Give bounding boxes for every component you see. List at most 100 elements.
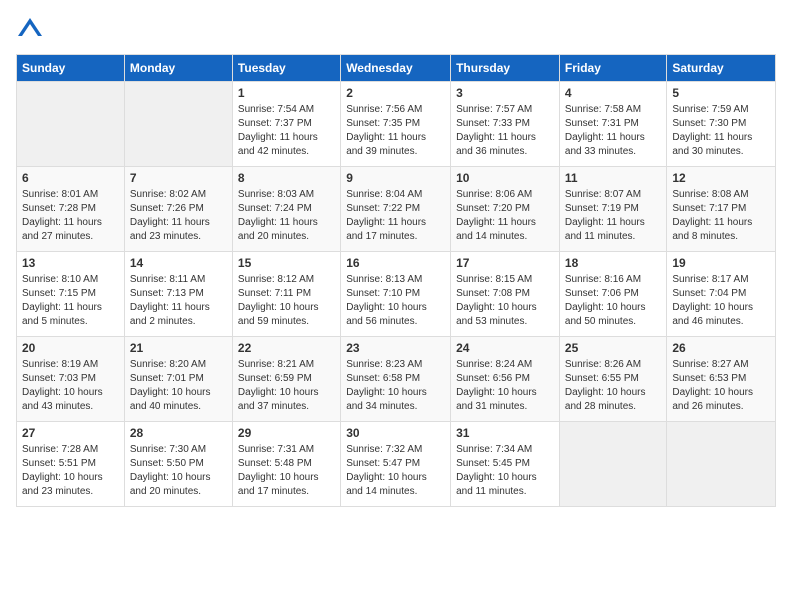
- column-header-thursday: Thursday: [451, 55, 560, 82]
- day-number: 5: [672, 86, 770, 100]
- calendar-cell: 7 Sunrise: 8:02 AMSunset: 7:26 PMDaylight…: [124, 167, 232, 252]
- calendar-cell: 13 Sunrise: 8:10 AMSunset: 7:15 PMDayligh…: [17, 252, 125, 337]
- calendar-cell: 3 Sunrise: 7:57 AMSunset: 7:33 PMDaylight…: [451, 82, 560, 167]
- calendar-cell: 6 Sunrise: 8:01 AMSunset: 7:28 PMDaylight…: [17, 167, 125, 252]
- calendar-cell: 4 Sunrise: 7:58 AMSunset: 7:31 PMDaylight…: [559, 82, 666, 167]
- day-info: Sunrise: 8:19 AMSunset: 7:03 PMDaylight:…: [22, 358, 119, 414]
- day-number: 23: [346, 341, 445, 355]
- day-info: Sunrise: 8:03 AMSunset: 7:24 PMDaylight:…: [238, 188, 335, 244]
- day-number: 4: [565, 86, 661, 100]
- calendar-cell: [559, 422, 666, 507]
- day-info: Sunrise: 8:11 AMSunset: 7:13 PMDaylight:…: [130, 273, 227, 329]
- day-info: Sunrise: 8:16 AMSunset: 7:06 PMDaylight:…: [565, 273, 661, 329]
- calendar-week-row: 6 Sunrise: 8:01 AMSunset: 7:28 PMDaylight…: [17, 167, 776, 252]
- calendar-cell: [667, 422, 776, 507]
- calendar-cell: 29 Sunrise: 7:31 AMSunset: 5:48 PMDayligh…: [232, 422, 340, 507]
- day-info: Sunrise: 8:17 AMSunset: 7:04 PMDaylight:…: [672, 273, 770, 329]
- calendar-cell: 21 Sunrise: 8:20 AMSunset: 7:01 PMDayligh…: [124, 337, 232, 422]
- calendar-cell: 14Sunrise: 8:11 AMSunset: 7:13 PMDayligh…: [124, 252, 232, 337]
- day-info: Sunrise: 7:56 AMSunset: 7:35 PMDaylight:…: [346, 103, 445, 159]
- day-info: Sunrise: 8:15 AMSunset: 7:08 PMDaylight:…: [456, 273, 554, 329]
- day-info: Sunrise: 7:54 AMSunset: 7:37 PMDaylight:…: [238, 103, 335, 159]
- calendar-cell: [17, 82, 125, 167]
- day-info: Sunrise: 7:59 AMSunset: 7:30 PMDaylight:…: [672, 103, 770, 159]
- day-info: Sunrise: 7:28 AMSunset: 5:51 PMDaylight:…: [22, 443, 119, 499]
- calendar-cell: 23 Sunrise: 8:23 AMSunset: 6:58 PMDayligh…: [341, 337, 451, 422]
- column-header-tuesday: Tuesday: [232, 55, 340, 82]
- calendar-cell: 22Sunrise: 8:21 AMSunset: 6:59 PMDayligh…: [232, 337, 340, 422]
- day-info: Sunrise: 8:08 AMSunset: 7:17 PMDaylight:…: [672, 188, 770, 244]
- calendar-cell: 28Sunrise: 7:30 AMSunset: 5:50 PMDayligh…: [124, 422, 232, 507]
- day-number: 31: [456, 426, 554, 440]
- calendar-cell: 15 Sunrise: 8:12 AMSunset: 7:11 PMDayligh…: [232, 252, 340, 337]
- calendar-week-row: 20 Sunrise: 8:19 AMSunset: 7:03 PMDayligh…: [17, 337, 776, 422]
- day-number: 19: [672, 256, 770, 270]
- day-number: 21: [130, 341, 227, 355]
- day-info: Sunrise: 7:58 AMSunset: 7:31 PMDaylight:…: [565, 103, 661, 159]
- calendar-cell: 9 Sunrise: 8:04 AMSunset: 7:22 PMDaylight…: [341, 167, 451, 252]
- day-number: 22: [238, 341, 335, 355]
- logo-icon: [16, 16, 44, 44]
- day-info: Sunrise: 8:20 AMSunset: 7:01 PMDaylight:…: [130, 358, 227, 414]
- day-info: Sunrise: 8:07 AMSunset: 7:19 PMDaylight:…: [565, 188, 661, 244]
- day-info: Sunrise: 7:34 AMSunset: 5:45 PMDaylight:…: [456, 443, 554, 499]
- day-number: 17: [456, 256, 554, 270]
- day-info: Sunrise: 8:13 AMSunset: 7:10 PMDaylight:…: [346, 273, 445, 329]
- day-number: 25: [565, 341, 661, 355]
- day-info: Sunrise: 7:57 AMSunset: 7:33 PMDaylight:…: [456, 103, 554, 159]
- day-number: 20: [22, 341, 119, 355]
- day-number: 16: [346, 256, 445, 270]
- column-header-friday: Friday: [559, 55, 666, 82]
- calendar-cell: 20 Sunrise: 8:19 AMSunset: 7:03 PMDayligh…: [17, 337, 125, 422]
- day-number: 29: [238, 426, 335, 440]
- day-info: Sunrise: 8:26 AMSunset: 6:55 PMDaylight:…: [565, 358, 661, 414]
- day-number: 10: [456, 171, 554, 185]
- day-info: Sunrise: 7:30 AMSunset: 5:50 PMDaylight:…: [130, 443, 227, 499]
- column-header-saturday: Saturday: [667, 55, 776, 82]
- calendar-cell: 10Sunrise: 8:06 AMSunset: 7:20 PMDayligh…: [451, 167, 560, 252]
- day-number: 7: [130, 171, 227, 185]
- calendar-cell: 26 Sunrise: 8:27 AMSunset: 6:53 PMDayligh…: [667, 337, 776, 422]
- day-number: 8: [238, 171, 335, 185]
- calendar-cell: 25 Sunrise: 8:26 AMSunset: 6:55 PMDayligh…: [559, 337, 666, 422]
- day-number: 3: [456, 86, 554, 100]
- calendar-cell: 8 Sunrise: 8:03 AMSunset: 7:24 PMDaylight…: [232, 167, 340, 252]
- column-header-wednesday: Wednesday: [341, 55, 451, 82]
- calendar-cell: 1 Sunrise: 7:54 AMSunset: 7:37 PMDaylight…: [232, 82, 340, 167]
- day-number: 24: [456, 341, 554, 355]
- day-info: Sunrise: 8:10 AMSunset: 7:15 PMDaylight:…: [22, 273, 119, 329]
- day-info: Sunrise: 8:04 AMSunset: 7:22 PMDaylight:…: [346, 188, 445, 244]
- calendar-cell: 11Sunrise: 8:07 AMSunset: 7:19 PMDayligh…: [559, 167, 666, 252]
- calendar-cell: 18 Sunrise: 8:16 AMSunset: 7:06 PMDayligh…: [559, 252, 666, 337]
- calendar-cell: 12Sunrise: 8:08 AMSunset: 7:17 PMDayligh…: [667, 167, 776, 252]
- day-number: 15: [238, 256, 335, 270]
- day-info: Sunrise: 8:02 AMSunset: 7:26 PMDaylight:…: [130, 188, 227, 244]
- calendar-week-row: 27 Sunrise: 7:28 AMSunset: 5:51 PMDayligh…: [17, 422, 776, 507]
- day-info: Sunrise: 8:24 AMSunset: 6:56 PMDaylight:…: [456, 358, 554, 414]
- calendar-cell: 30Sunrise: 7:32 AMSunset: 5:47 PMDayligh…: [341, 422, 451, 507]
- day-number: 30: [346, 426, 445, 440]
- day-number: 9: [346, 171, 445, 185]
- calendar-table: SundayMondayTuesdayWednesdayThursdayFrid…: [16, 54, 776, 507]
- calendar-cell: 16 Sunrise: 8:13 AMSunset: 7:10 PMDayligh…: [341, 252, 451, 337]
- calendar-header-row: SundayMondayTuesdayWednesdayThursdayFrid…: [17, 55, 776, 82]
- day-number: 2: [346, 86, 445, 100]
- page-header: [16, 16, 776, 44]
- day-number: 13: [22, 256, 119, 270]
- calendar-cell: 17 Sunrise: 8:15 AMSunset: 7:08 PMDayligh…: [451, 252, 560, 337]
- day-info: Sunrise: 8:23 AMSunset: 6:58 PMDaylight:…: [346, 358, 445, 414]
- day-number: 6: [22, 171, 119, 185]
- day-number: 26: [672, 341, 770, 355]
- calendar-cell: 31 Sunrise: 7:34 AMSunset: 5:45 PMDayligh…: [451, 422, 560, 507]
- day-number: 27: [22, 426, 119, 440]
- calendar-cell: 2 Sunrise: 7:56 AMSunset: 7:35 PMDaylight…: [341, 82, 451, 167]
- day-info: Sunrise: 8:12 AMSunset: 7:11 PMDaylight:…: [238, 273, 335, 329]
- day-info: Sunrise: 8:01 AMSunset: 7:28 PMDaylight:…: [22, 188, 119, 244]
- day-info: Sunrise: 8:27 AMSunset: 6:53 PMDaylight:…: [672, 358, 770, 414]
- calendar-cell: 24 Sunrise: 8:24 AMSunset: 6:56 PMDayligh…: [451, 337, 560, 422]
- calendar-week-row: 13 Sunrise: 8:10 AMSunset: 7:15 PMDayligh…: [17, 252, 776, 337]
- day-number: 1: [238, 86, 335, 100]
- day-info: Sunrise: 7:31 AMSunset: 5:48 PMDaylight:…: [238, 443, 335, 499]
- day-number: 18: [565, 256, 661, 270]
- logo: [16, 16, 48, 44]
